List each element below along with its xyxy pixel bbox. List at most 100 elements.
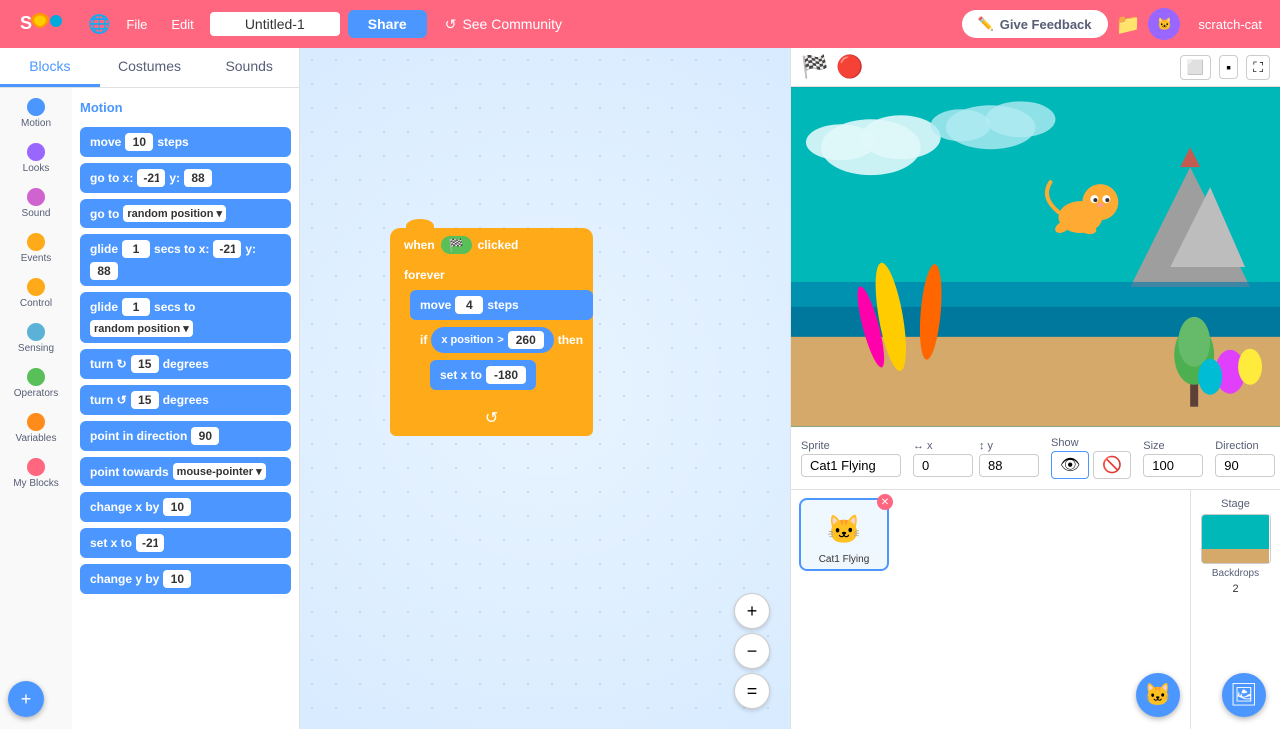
sidebar-item-myblocks[interactable]: My Blocks [4, 452, 68, 495]
sidebar-item-variables[interactable]: Variables [4, 407, 68, 450]
block-glide-xy[interactable]: glide secs to x: y: [80, 234, 291, 286]
block-go-to-xy[interactable]: go to x: y: [80, 163, 291, 193]
glide-pos-dropdown[interactable]: random position ▾ [90, 320, 193, 337]
point-towards-dropdown[interactable]: mouse-pointer ▾ [173, 463, 266, 480]
center-panel: when 🏁 clicked forever [300, 48, 790, 729]
sprites-area: ✕ 🐱 Cat1 Flying Stage Backdrops 2 [791, 490, 1280, 729]
block-turn-cw[interactable]: turn ↻ degrees [80, 349, 291, 379]
sound-label: Sound [22, 208, 51, 219]
looks-dot [27, 143, 45, 161]
move-block[interactable]: move steps [410, 290, 593, 320]
edit-menu-button[interactable]: Edit [163, 13, 201, 36]
sidebar-item-events[interactable]: Events [4, 227, 68, 270]
stage-label: Stage [1221, 498, 1250, 510]
block-change-x[interactable]: change x by [80, 492, 291, 522]
go-x-input[interactable] [137, 169, 165, 187]
username-button[interactable]: scratch-cat [1188, 13, 1272, 36]
cat-icon: 🐱 [1144, 682, 1171, 708]
zoom-reset-button[interactable]: = [734, 673, 770, 709]
set-x-script-input[interactable] [486, 366, 526, 384]
stage-small-mode-button[interactable]: ⬜ [1180, 55, 1211, 80]
share-button[interactable]: Share [348, 10, 427, 38]
stage-preview [791, 87, 1280, 427]
operators-label: Operators [14, 388, 58, 399]
sprite-close-button[interactable]: ✕ [877, 494, 893, 510]
hat-block[interactable]: when 🏁 clicked [390, 228, 593, 262]
add-sprite-button[interactable]: 🐱 [1136, 673, 1180, 717]
sprite-direction-input[interactable] [1215, 454, 1275, 477]
turn-cw-input[interactable] [131, 355, 159, 373]
tab-blocks[interactable]: Blocks [0, 48, 100, 87]
folder-button[interactable]: 📁 [1116, 12, 1141, 37]
block-turn-ccw[interactable]: turn ↺ degrees [80, 385, 291, 415]
glide-x-input[interactable] [213, 240, 241, 258]
block-point-direction[interactable]: point in direction [80, 421, 291, 451]
forever-block[interactable]: forever [390, 262, 593, 288]
sidebar-item-sensing[interactable]: Sensing [4, 317, 68, 360]
block-point-towards[interactable]: point towards mouse-pointer ▾ [80, 457, 291, 486]
condition-block[interactable]: x position > [431, 327, 553, 353]
tab-costumes[interactable]: Costumes [100, 48, 200, 87]
set-x-input[interactable] [136, 534, 164, 552]
stage-fullscreen-button[interactable]: ⛶ [1246, 55, 1270, 80]
go-y-input[interactable] [184, 169, 212, 187]
block-go-to[interactable]: go to random position ▾ [80, 199, 291, 228]
condition-value-input[interactable] [508, 331, 544, 349]
zoom-in-button[interactable]: + [734, 593, 770, 629]
show-section: Show 👁 🚫 [1051, 437, 1131, 479]
forever-body: move steps if x position [390, 288, 593, 402]
go-to-dropdown[interactable]: random position ▾ [123, 205, 226, 222]
give-feedback-button[interactable]: ✏️ Give Feedback [962, 10, 1108, 38]
block-set-x[interactable]: set x to [80, 528, 291, 558]
sidebar-item-control[interactable]: Control [4, 272, 68, 315]
hide-button[interactable]: 🚫 [1093, 451, 1131, 479]
globe-button[interactable]: 🌐 [88, 14, 110, 35]
sidebar-item-looks[interactable]: Looks [4, 137, 68, 180]
move-steps-script-input[interactable] [455, 296, 483, 314]
stop-button[interactable]: 🔴 [836, 54, 863, 80]
pencil-icon: ✏️ [978, 16, 994, 32]
sprite-xy-section: ↔ x ↕ y [913, 440, 1039, 477]
sidebar-item-sound[interactable]: Sound [4, 182, 68, 225]
glide-y-input[interactable] [90, 262, 118, 280]
sprite-name-input[interactable] [801, 454, 901, 477]
stage-normal-mode-button[interactable]: ▪ [1219, 55, 1238, 79]
if-header[interactable]: if x position > then [410, 322, 593, 358]
block-move-steps[interactable]: move steps [80, 127, 291, 157]
sprite-card-cat1flying[interactable]: ✕ 🐱 Cat1 Flying [799, 498, 889, 571]
if-block: if x position > then [410, 322, 593, 400]
control-dot [27, 278, 45, 296]
scratch-logo[interactable]: S [8, 3, 80, 46]
tab-sounds[interactable]: Sounds [199, 48, 299, 87]
glide2-secs-input[interactable] [122, 298, 150, 316]
set-x-block[interactable]: set x to [430, 360, 536, 390]
code-area[interactable]: when 🏁 clicked forever [300, 48, 790, 729]
sprites-list: ✕ 🐱 Cat1 Flying [791, 490, 1190, 729]
move-steps-input[interactable] [125, 133, 153, 151]
project-title-input[interactable] [210, 12, 340, 36]
sprite-y-input[interactable] [979, 454, 1039, 477]
turn-ccw-input[interactable] [131, 391, 159, 409]
point-dir-input[interactable] [191, 427, 219, 445]
sidebar-item-operators[interactable]: Operators [4, 362, 68, 405]
add-backdrop-button[interactable]: 🖼 [1222, 673, 1266, 717]
file-menu-button[interactable]: File [118, 13, 155, 36]
backdrops-count: 2 [1232, 583, 1238, 595]
show-button[interactable]: 👁 [1051, 451, 1089, 479]
add-extension-button[interactable]: + [8, 681, 44, 717]
size-label: Size [1143, 440, 1203, 452]
green-flag-button[interactable]: 🏁 [801, 54, 828, 80]
zoom-out-button[interactable]: − [734, 633, 770, 669]
control-label: Control [20, 298, 52, 309]
see-community-button[interactable]: ↺ See Community [435, 12, 572, 37]
sprite-label: Sprite [801, 440, 901, 452]
block-change-y[interactable]: change y by [80, 564, 291, 594]
stage-thumbnail[interactable] [1201, 514, 1271, 564]
sprite-x-input[interactable] [913, 454, 973, 477]
block-glide-pos[interactable]: glide secs to random position ▾ [80, 292, 291, 343]
sidebar-item-motion[interactable]: Motion [4, 92, 68, 135]
change-y-input[interactable] [163, 570, 191, 588]
sprite-size-input[interactable] [1143, 454, 1203, 477]
change-x-input[interactable] [163, 498, 191, 516]
glide-secs-input[interactable] [122, 240, 150, 258]
